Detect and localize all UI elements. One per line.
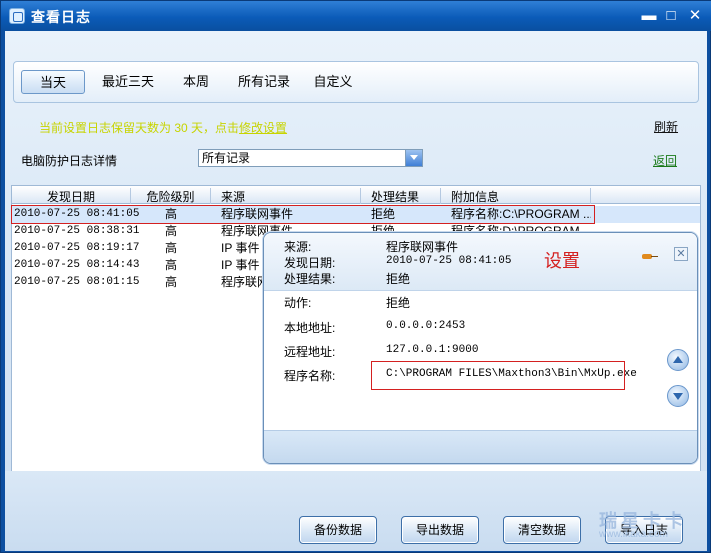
time-range-tabs: 当天 最近三天 本周 所有记录 自定义: [13, 61, 699, 103]
retention-notice-text: 当前设置日志保留天数为 30 天，点击: [39, 121, 240, 135]
popup-result-label: 处理结果:: [284, 272, 336, 286]
log-viewer-window: 查看日志 ▬ □ ✕ 当天 最近三天 本周 所有记录 自定义 当前设置日志保留天…: [0, 0, 711, 553]
table-header: 发现日期 危险级别 来源 处理结果 附加信息: [12, 186, 700, 204]
window-title: 查看日志: [31, 9, 91, 25]
row-level: 高: [165, 207, 178, 221]
tab-last-three-days[interactable]: 最近三天: [96, 70, 160, 94]
record-filter-select[interactable]: 所有记录: [198, 149, 423, 167]
popup-settings-annotation: 设置: [544, 251, 580, 271]
scroll-up-icon[interactable]: [667, 349, 689, 371]
row-date: 2010-07-25 08:41:05: [14, 208, 140, 220]
tab-today[interactable]: 当天: [21, 70, 85, 94]
table-row[interactable]: 2010-07-25 08:41:05 高 程序联网事件 拒绝 程序名称:C:\…: [11, 205, 700, 224]
detail-label: 电脑防护日志详情: [21, 154, 118, 168]
row-source: IP 事件: [221, 241, 260, 255]
tab-all-records[interactable]: 所有记录: [232, 70, 296, 94]
modify-settings-link[interactable]: 修改设置: [239, 121, 287, 135]
popup-close-icon[interactable]: ✕: [674, 247, 688, 261]
back-link[interactable]: 返回: [653, 152, 677, 169]
clear-data-button[interactable]: 清空数据: [503, 516, 581, 544]
popup-local-label: 本地地址:: [284, 321, 336, 335]
popup-action-label: 动作:: [284, 296, 312, 310]
popup-program-label: 程序名称:: [284, 369, 336, 383]
col-result[interactable]: 处理结果: [361, 188, 441, 204]
tab-this-week[interactable]: 本周: [169, 70, 223, 94]
pin-icon[interactable]: [642, 251, 658, 261]
row-date: 2010-07-25 08:19:17: [14, 242, 140, 254]
watermark-url: www.ikaka.com: [599, 529, 668, 540]
popup-date-label: 发现日期:: [284, 256, 336, 270]
export-data-button[interactable]: 导出数据: [401, 516, 479, 544]
retention-notice: 当前设置日志保留天数为 30 天，点击修改设置: [39, 119, 287, 136]
row-date: 2010-07-25 08:14:43: [14, 259, 140, 271]
popup-remote-value: 127.0.0.1:9000: [386, 344, 479, 356]
program-highlight-box: [371, 361, 625, 390]
app-icon: [9, 8, 25, 24]
title-bar[interactable]: 查看日志 ▬ □ ✕: [1, 1, 711, 31]
row-source: 程序联网: [221, 275, 270, 289]
col-date[interactable]: 发现日期: [12, 188, 131, 204]
scroll-down-icon[interactable]: [667, 385, 689, 407]
popup-footer: [264, 430, 697, 463]
backup-data-button[interactable]: 备份数据: [299, 516, 377, 544]
popup-source-value: 程序联网事件: [386, 240, 459, 254]
popup-date-value: 2010-07-25 08:41:05: [386, 255, 512, 267]
row-date: 2010-07-25 08:38:31: [14, 225, 140, 237]
close-button[interactable]: ✕: [687, 8, 703, 24]
row-level: 高: [165, 275, 178, 289]
col-source[interactable]: 来源: [211, 188, 361, 204]
col-level[interactable]: 危险级别: [131, 188, 211, 204]
chevron-down-icon[interactable]: [405, 150, 422, 166]
row-source: 程序联网事件: [221, 207, 294, 221]
col-info[interactable]: 附加信息: [441, 188, 591, 204]
popup-result-value: 拒绝: [386, 272, 411, 286]
row-level: 高: [165, 241, 178, 255]
row-level: 高: [165, 258, 178, 272]
row-date: 2010-07-25 08:01:15: [14, 276, 140, 288]
row-result: 拒绝: [371, 207, 396, 221]
minimize-button[interactable]: ▬: [641, 8, 657, 24]
popup-source-label: 来源:: [284, 240, 312, 254]
event-detail-popup: 来源: 程序联网事件 发现日期: 2010-07-25 08:41:05 处理结…: [263, 232, 698, 464]
refresh-link[interactable]: 刷新: [654, 118, 678, 135]
record-filter-value: 所有记录: [202, 151, 251, 165]
popup-action-value: 拒绝: [386, 296, 411, 310]
popup-local-value: 0.0.0.0:2453: [386, 320, 466, 332]
row-info: 程序名称:C:\PROGRAM ...: [451, 207, 591, 221]
row-source: IP 事件: [221, 258, 260, 272]
row-level: 高: [165, 224, 178, 238]
maximize-button[interactable]: □: [663, 8, 679, 24]
popup-header: 来源: 程序联网事件 发现日期: 2010-07-25 08:41:05 处理结…: [264, 233, 697, 291]
popup-remote-label: 远程地址:: [284, 345, 336, 359]
tab-custom[interactable]: 自定义: [306, 70, 360, 94]
